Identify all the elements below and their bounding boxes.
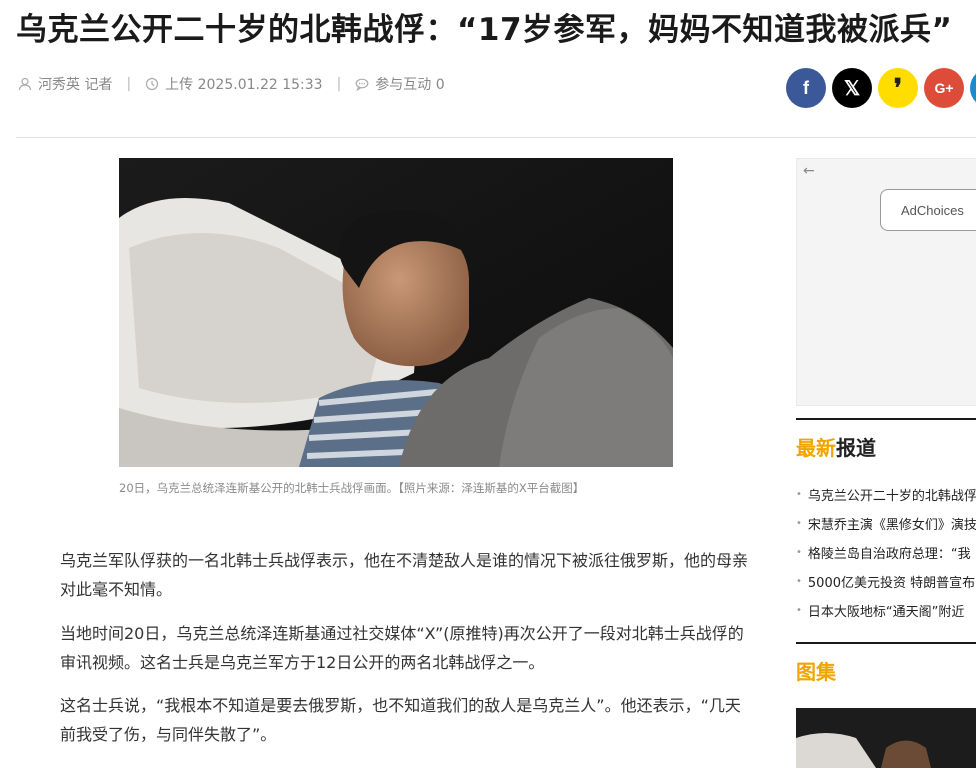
latest-news-title[interactable]: 最新报道 bbox=[796, 432, 876, 461]
list-item[interactable]: • 日本大阪地标“通天阁”附近 bbox=[796, 596, 976, 625]
google-share-button[interactable]: G+ bbox=[924, 68, 964, 108]
bullet-icon: • bbox=[796, 576, 802, 587]
list-item[interactable]: • 格陵兰岛自治政府总理：“我 bbox=[796, 538, 976, 567]
more-share-button[interactable] bbox=[970, 68, 976, 108]
comment-icon bbox=[355, 78, 369, 91]
header-divider bbox=[16, 137, 976, 138]
latest-section-divider bbox=[796, 418, 976, 420]
clock-icon bbox=[146, 77, 159, 91]
kakaotalk-icon: ❜ bbox=[893, 72, 903, 103]
comments-link[interactable]: 参与互动 0 bbox=[355, 74, 445, 94]
adchoices-button[interactable]: AdChoices bbox=[880, 189, 976, 231]
kakao-share-button[interactable]: ❜ bbox=[878, 68, 918, 108]
x-share-button[interactable]: 𝕏 bbox=[832, 68, 872, 108]
gallery-title[interactable]: 图集 bbox=[796, 656, 836, 685]
latest-news-list: • 乌克兰公开二十岁的北韩战俘 • 宋慧乔主演《黑修女们》演技 • 格陵兰岛自治政府总… bbox=[796, 480, 976, 625]
x-icon: 𝕏 bbox=[843, 77, 861, 100]
photo-caption: 20日，乌克兰总统泽连斯基公开的北韩士兵战俘画面。【照片来源：泽连斯基的X平台截… bbox=[119, 481, 585, 495]
back-arrow-icon[interactable]: ← bbox=[803, 163, 815, 179]
list-item[interactable]: • 5000亿美元投资 特朗普宣布 bbox=[796, 567, 976, 596]
gallery-thumbnail[interactable] bbox=[796, 708, 976, 768]
paragraph-3: 这名士兵说，“我根本不知道是要去俄罗斯，也不知道我们的敌人是乌克兰人”。他还表示… bbox=[60, 696, 741, 744]
bullet-icon: • bbox=[796, 489, 802, 500]
user-icon bbox=[18, 77, 32, 91]
paragraph-1: 乌克兰军队俘获的一名北韩士兵战俘表示，他在不清楚敌人是谁的情况下被派往俄罗斯，他… bbox=[60, 551, 749, 599]
bullet-icon: • bbox=[796, 518, 802, 529]
article-meta: 河秀英 记者 | 上传 2025.01.22 15:33 | 参与互动 0 bbox=[18, 74, 445, 94]
google-plus-icon: G+ bbox=[934, 80, 954, 96]
article-title: 乌克兰公开二十岁的北韩战俘：“17岁参军，妈妈不知道我被派兵” bbox=[16, 12, 953, 48]
bullet-icon: • bbox=[796, 547, 802, 558]
advertisement: ← AdChoices bbox=[796, 158, 976, 406]
upload-time: 上传 2025.01.22 15:33 bbox=[145, 74, 323, 94]
author: 河秀英 记者 bbox=[18, 74, 112, 94]
pow-photo-illustration bbox=[119, 158, 673, 467]
gallery-section-divider bbox=[796, 642, 976, 644]
article-photo bbox=[119, 158, 673, 467]
share-bar: f 𝕏 ❜ G+ bbox=[786, 68, 976, 108]
facebook-share-button[interactable]: f bbox=[786, 68, 826, 108]
bullet-icon: • bbox=[796, 605, 802, 616]
list-item[interactable]: • 乌克兰公开二十岁的北韩战俘 bbox=[796, 480, 976, 509]
gallery-thumbnail-illustration bbox=[796, 708, 976, 768]
meta-separator: | bbox=[126, 76, 132, 92]
facebook-icon: f bbox=[803, 77, 809, 98]
list-item[interactable]: • 宋慧乔主演《黑修女们》演技 bbox=[796, 509, 976, 538]
meta-separator: | bbox=[336, 76, 342, 92]
paragraph-2: 当地时间20日，乌克兰总统泽连斯基通过社交媒体“X”(原推特)再次公开了一段对北… bbox=[60, 624, 744, 672]
